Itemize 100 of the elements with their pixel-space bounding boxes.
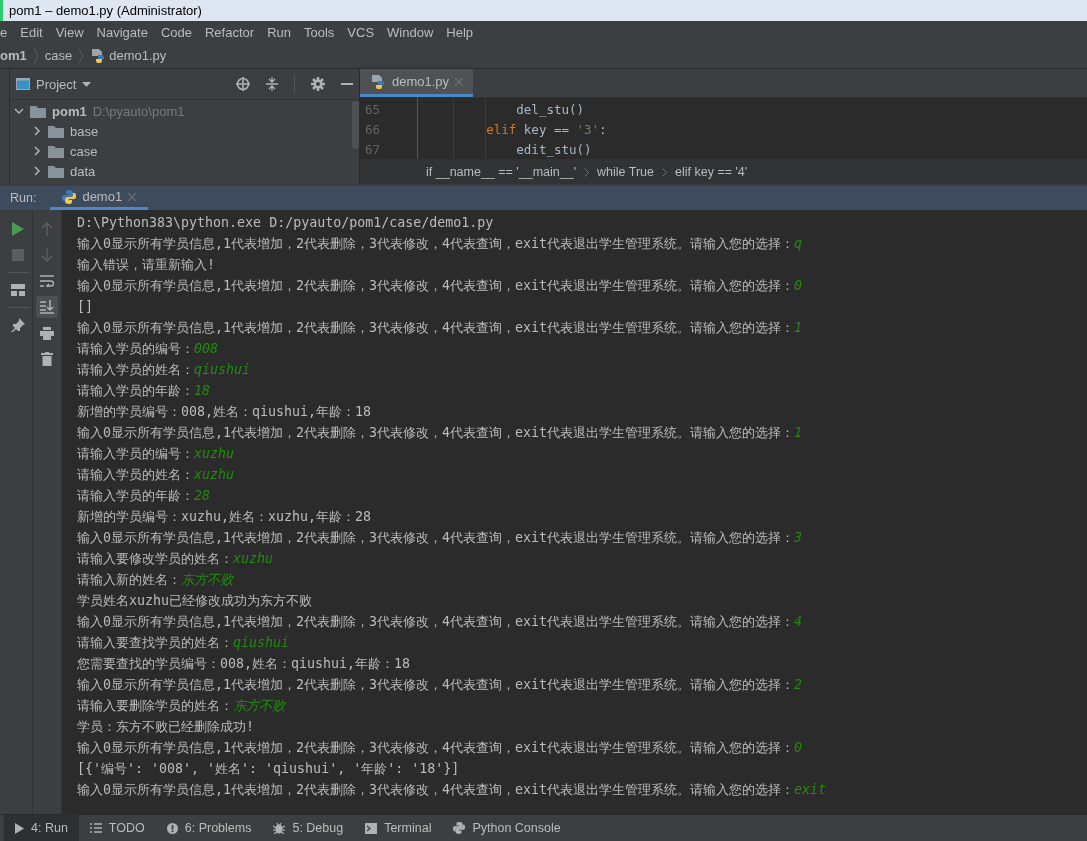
python-icon [62,189,77,204]
menu-item[interactable]: Tools [298,24,342,40]
code-line: elif key == '3': [485,121,607,137]
tree-item[interactable]: base [70,123,99,139]
folder-icon [30,104,46,118]
tool-window-tab[interactable]: TODO [78,815,156,841]
tool-window-tab[interactable]: 5: Debug [262,815,355,841]
code-line: edit_stu() [515,141,592,157]
output-line: 学员姓名xuzhu已经修改成功为东方不败 [77,591,313,610]
chevron-icon [584,167,590,177]
output-line: 请输入学员的姓名： [77,465,194,484]
tool-window-tab[interactable]: Python Console [442,815,572,841]
output-line: 请输入学员的编号： [77,444,194,463]
output-line: 输入0显示所有学员信息,1代表增加，2代表删除，3代表修改，4代表查询，exit代表退出学生管理系统。请输入您的选择： [77,780,795,799]
chevron-icon[interactable] [14,106,24,116]
scrollbar[interactable] [352,101,359,149]
folder-icon [48,124,64,138]
output-line: 输入0显示所有学员信息,1代表增加，2代表删除，3代表修改，4代表查询，exit代表退出学生管理系统。请输入您的选择： [77,423,795,442]
output-line: 请输入新的姓名： [77,570,181,589]
menu-item[interactable]: VCS [341,24,382,40]
input-text: xuzhu [194,446,235,461]
dropdown-icon[interactable] [82,81,92,87]
tree-item[interactable]: data [70,163,96,179]
output-line: 请输入学员的编号： [77,339,194,358]
chevron-icon [78,47,85,64]
input-text: 0 [794,740,803,755]
line-number: 66 [364,121,382,137]
breadcrumb-item[interactable]: demo1.py [109,48,167,63]
chevron-icon[interactable] [32,166,42,176]
run-icon [15,822,24,834]
breadcrumb-item[interactable]: elif key == '4' [675,165,748,179]
input-text: qiushui [233,635,290,650]
menu-item[interactable]: Help [440,24,481,40]
output-line: [] [77,299,93,314]
input-text: 东方不败 [181,570,233,589]
chevron-icon[interactable] [32,146,42,156]
breadcrumb-item[interactable]: if __name__ == '__main__' [426,165,577,179]
settings-icon[interactable] [311,77,325,91]
input-text: q [794,236,803,251]
menu-item[interactable]: Navigate [90,24,155,40]
input-text: 1 [794,320,803,335]
line-number: 67 [364,141,382,157]
panel-title[interactable]: Project [36,76,77,92]
tool-window-tab[interactable]: 6: Problems [155,815,263,841]
input-text: exit [794,782,827,797]
breadcrumb-item[interactable]: while True [597,165,654,179]
menu-item[interactable]: View [49,24,91,40]
list-icon [89,823,102,833]
folder-path: D:\pyauto\pom1 [92,103,185,119]
tool-window-tab[interactable]: 4: Run [4,815,79,841]
line-number: 65 [364,101,382,117]
warning-icon [166,822,178,834]
scroll-to-end-icon[interactable] [36,296,58,318]
menu-item[interactable]: Refactor [199,24,262,40]
folder-icon [48,144,64,158]
tool-window-tab[interactable]: Terminal [354,815,443,841]
tree-item[interactable]: case [70,143,98,159]
breadcrumb-item[interactable]: om1 [0,48,27,63]
output-line: 输入0显示所有学员信息,1代表增加，2代表删除，3代表修改，4代表查询，exit代表退出学生管理系统。请输入您的选择： [77,675,795,694]
input-text: qiushui [194,362,251,377]
chevron-icon[interactable] [32,126,42,136]
output-line: 输入0显示所有学员信息,1代表增加，2代表删除，3代表修改，4代表查询，exit代表退出学生管理系统。请输入您的选择： [77,276,795,295]
chevron-icon [32,47,39,64]
locate-icon[interactable] [236,77,250,91]
bug-icon [273,822,286,834]
output-line: 输入错误，请重新输入! [77,255,215,274]
input-text: 0 [794,278,803,293]
menu-item[interactable]: Edit [14,24,50,40]
chevron-icon [662,167,667,177]
folder-icon [48,164,64,178]
output-line: 新增的学员编号：xuzhu,姓名：xuzhu,年龄：28 [77,507,372,526]
output-line: D:\Python383\python.exe D:/pyauto/pom1/case/demo1.py [77,215,494,230]
input-text: 28 [194,488,210,503]
menu-item[interactable]: Window [381,24,441,40]
output-line: 您需要查找的学员编号：008,姓名：qiushui,年龄：18 [77,654,411,673]
input-text: 4 [794,614,803,629]
terminal-icon [365,822,378,834]
input-text: xuzhu [233,551,274,566]
input-text: xuzhu [194,467,235,482]
input-text: 东方不败 [233,696,285,715]
output-line: 请输入要修改学员的姓名： [77,549,233,568]
output-line: [{'编号': '008', '姓名': 'qiushui', '年龄': '18'}] [77,759,460,778]
output-line: 请输入学员的年龄： [77,381,194,400]
breadcrumb-item[interactable]: case [44,48,73,63]
tree-item[interactable]: pom1 [52,103,87,119]
output-line: 输入0显示所有学员信息,1代表增加，2代表删除，3代表修改，4代表查询，exit代表退出学生管理系统。请输入您的选择： [77,738,795,757]
output-line: 输入0显示所有学员信息,1代表增加，2代表删除，3代表修改，4代表查询，exit代表退出学生管理系统。请输入您的选择： [77,234,795,253]
output-line: 请输入学员的年龄： [77,486,194,505]
output-line: 请输入学员的姓名： [77,360,194,379]
python-file-icon [370,73,386,90]
output-line: 新增的学员编号：008,姓名：qiushui,年龄：18 [77,402,372,421]
file-tab[interactable]: demo1.py [360,69,474,97]
output-line: 输入0显示所有学员信息,1代表增加，2代表删除，3代表修改，4代表查询，exit代表退出学生管理系统。请输入您的选择： [77,612,795,631]
panel-title: Run: [10,191,37,205]
menu-item[interactable]: Run [261,24,298,40]
menu-item[interactable]: Code [154,24,199,40]
menu-item[interactable]: e [0,24,15,40]
collapse-icon[interactable] [266,77,278,91]
output-line: 请输入要查找学员的姓名： [77,633,233,652]
input-text: 008 [194,341,219,356]
